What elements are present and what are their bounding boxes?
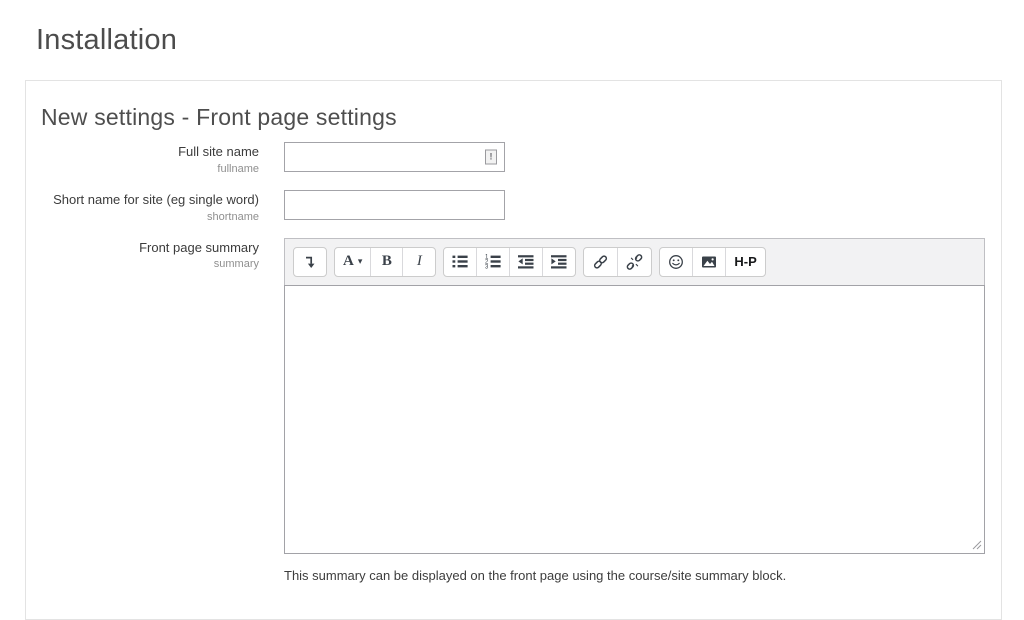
- toolbar-group-collapse: [293, 247, 327, 277]
- fullname-field-wrap: !: [284, 142, 505, 172]
- emoticon-icon: [668, 254, 684, 270]
- summary-shortlabel: summary: [26, 258, 259, 270]
- indent-icon: [551, 254, 567, 269]
- link-icon: [592, 254, 609, 270]
- summary-help-text: This summary can be displayed on the fro…: [284, 568, 985, 583]
- bold-icon: B: [382, 253, 392, 270]
- svg-text:3: 3: [485, 265, 489, 269]
- caret-down-icon: ▾: [358, 256, 363, 267]
- indent-button[interactable]: [543, 248, 575, 276]
- toolbar-group-text: A ▾ B I: [334, 247, 436, 277]
- shortname-shortlabel: shortname: [26, 211, 259, 223]
- font-family-icon: A: [343, 253, 354, 270]
- summary-textarea-wrap: [284, 285, 985, 554]
- shortname-label-block: Short name for site (eg single word) sho…: [26, 190, 259, 223]
- ordered-list-button[interactable]: 1 2 3: [477, 248, 510, 276]
- outdent-icon: [518, 254, 534, 269]
- italic-icon: I: [417, 253, 422, 270]
- show-more-icon: [302, 254, 318, 270]
- fullname-label: Full site name: [26, 144, 259, 161]
- toolbar-group-media: H-P: [659, 247, 765, 277]
- settings-panel: New settings - Front page settings Full …: [25, 80, 1002, 620]
- form-row-summary: Front page summary summary: [26, 238, 1001, 583]
- unlink-button[interactable]: [618, 248, 651, 276]
- form-row-shortname: Short name for site (eg single word) sho…: [26, 190, 1001, 223]
- toolbar-group-lists: 1 2 3: [443, 247, 576, 277]
- form-row-fullname: Full site name fullname !: [26, 142, 1001, 175]
- italic-button[interactable]: I: [403, 248, 435, 276]
- image-button[interactable]: [693, 248, 726, 276]
- summary-textarea[interactable]: [284, 285, 985, 554]
- editor-toolbar: A ▾ B I: [284, 238, 985, 286]
- settings-heading: New settings - Front page settings: [41, 103, 1001, 132]
- h5p-icon: H-P: [734, 254, 756, 269]
- shortname-label: Short name for site (eg single word): [26, 192, 259, 209]
- fullname-label-block: Full site name fullname: [26, 142, 259, 175]
- unordered-list-icon: [452, 254, 468, 269]
- shortname-field-wrap: [284, 190, 505, 220]
- image-icon: [701, 254, 717, 270]
- settings-form: Full site name fullname ! Short name for…: [26, 142, 1001, 583]
- fullname-input[interactable]: [284, 142, 505, 172]
- outdent-button[interactable]: [510, 248, 543, 276]
- h5p-button[interactable]: H-P: [726, 248, 764, 276]
- bold-button[interactable]: B: [371, 248, 403, 276]
- unlink-icon: [626, 254, 643, 270]
- show-more-button[interactable]: [294, 248, 326, 276]
- summary-label-block: Front page summary summary: [26, 238, 259, 271]
- font-family-button[interactable]: A ▾: [335, 248, 371, 276]
- page-title: Installation: [36, 24, 177, 57]
- shortname-input[interactable]: [284, 190, 505, 220]
- summary-label: Front page summary: [26, 240, 259, 257]
- unordered-list-button[interactable]: [444, 248, 477, 276]
- link-button[interactable]: [584, 248, 618, 276]
- required-field-icon: !: [485, 149, 497, 164]
- ordered-list-icon: 1 2 3: [485, 254, 501, 269]
- summary-editor: A ▾ B I: [284, 238, 985, 583]
- emoticon-button[interactable]: [660, 248, 693, 276]
- toolbar-group-links: [583, 247, 652, 277]
- fullname-shortlabel: fullname: [26, 163, 259, 175]
